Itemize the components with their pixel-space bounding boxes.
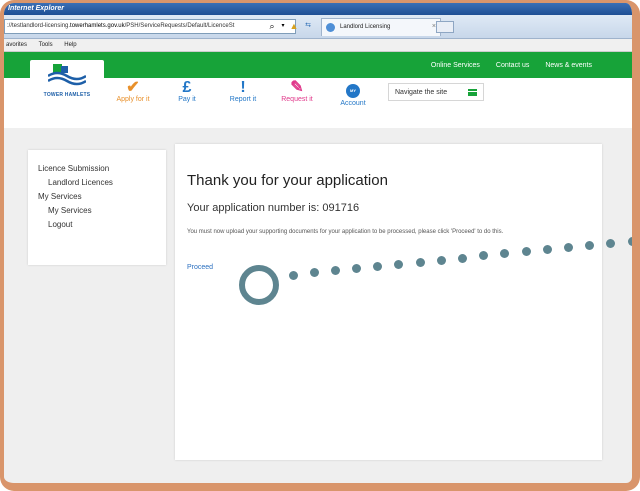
browser-title: Internet Explorer <box>8 5 65 12</box>
check-icon: ✔ <box>126 79 140 96</box>
proceed-link[interactable]: Proceed <box>187 264 213 271</box>
menu-icon <box>468 89 477 96</box>
address-bar-row: ://testlandlord-licensing.towerhamlets.g… <box>4 15 632 39</box>
tab-title: Landlord Licensing <box>340 24 391 30</box>
application-number-label: Your application number is: <box>187 202 320 214</box>
account-icon: MY <box>346 84 360 98</box>
screenshot-frame: Internet Explorer ://testlandlord-licens… <box>0 0 640 491</box>
pound-icon: £ <box>182 79 192 96</box>
callout-dot <box>436 255 446 265</box>
address-suffix: /PSH/ServiceRequests/Default/LicenceSt <box>124 23 235 29</box>
navigate-site-label: Navigate the site <box>395 89 448 96</box>
sidebar-item-logout[interactable]: Logout <box>38 220 156 229</box>
callout-dot <box>627 236 632 246</box>
callout-dot <box>288 270 298 280</box>
navigate-site-button[interactable]: Navigate the site <box>388 83 484 101</box>
compatibility-icon[interactable]: ⇆ <box>302 20 314 32</box>
nav-account[interactable]: MY Account <box>328 78 378 107</box>
address-input[interactable]: ://testlandlord-licensing.towerhamlets.g… <box>4 19 296 34</box>
page-title: Thank you for your application <box>187 172 388 189</box>
lock-icon[interactable]: ▲ <box>288 20 300 32</box>
tab-favicon-icon <box>326 23 335 32</box>
top-links: Online Services Contact us News & events <box>417 62 592 69</box>
tower-hamlets-logo[interactable]: TOWER HAMLETS <box>30 60 104 108</box>
menu-tools[interactable]: Tools <box>39 42 53 48</box>
link-news-events[interactable]: News & events <box>545 62 592 69</box>
menu-bar: avorites Tools Help <box>4 39 632 52</box>
nav-request[interactable]: ✎ Request it <box>272 78 322 103</box>
callout-dot <box>458 253 467 263</box>
nav-report[interactable]: ! Report it <box>218 78 268 103</box>
nav-request-label: Request it <box>281 96 313 103</box>
sidebar-item-landlord-licences[interactable]: Landlord Licences <box>38 178 156 187</box>
application-number-line: Your application number is: 091716 <box>187 202 359 214</box>
nav-apply[interactable]: ✔ Apply for it <box>108 78 158 103</box>
nav-account-label: Account <box>340 100 366 107</box>
sidebar-heading-my-services[interactable]: My Services <box>38 192 156 201</box>
confirmation-card: Thank you for your application Your appl… <box>175 144 602 460</box>
nav-apply-label: Apply for it <box>116 96 150 103</box>
application-number: 091716 <box>322 202 360 214</box>
sidebar: Licence Submission Landlord Licences My … <box>28 150 166 265</box>
callout-dot <box>563 242 573 252</box>
callout-ring <box>239 265 279 305</box>
callout-dot <box>585 240 595 250</box>
new-tab-button[interactable] <box>436 21 454 33</box>
browser-tab[interactable]: Landlord Licensing × <box>321 18 441 36</box>
callout-dot <box>542 245 552 254</box>
address-domain: towerhamlets.gov.uk <box>70 23 125 29</box>
menu-help[interactable]: Help <box>64 42 76 48</box>
sidebar-item-my-services[interactable]: My Services <box>38 206 156 215</box>
exclamation-icon: ! <box>240 79 246 96</box>
pencil-icon: ✎ <box>290 79 304 96</box>
link-online-services[interactable]: Online Services <box>431 62 480 69</box>
nav-pay-label: Pay it <box>178 96 196 103</box>
nav-report-label: Report it <box>229 96 257 103</box>
account-icon-wrap: MY <box>328 78 378 100</box>
logo-text: TOWER HAMLETS <box>43 92 91 98</box>
callout-dot <box>415 257 425 267</box>
nav-pay[interactable]: £ Pay it <box>162 78 212 103</box>
link-contact-us[interactable]: Contact us <box>496 62 529 69</box>
upload-instructions: You must now upload your supporting docu… <box>187 229 504 235</box>
callout-dot <box>521 247 531 257</box>
callout-dot <box>606 238 616 248</box>
logo-mark-icon <box>48 64 86 86</box>
site-nav: TOWER HAMLETS ✔ Apply for it £ Pay it ! … <box>4 60 632 128</box>
browser-title-bar: Internet Explorer <box>4 3 632 15</box>
address-prefix: ://testlandlord-licensing. <box>7 23 71 29</box>
menu-favorites[interactable]: avorites <box>6 42 27 48</box>
sidebar-heading-licence-submission[interactable]: Licence Submission <box>38 164 156 173</box>
